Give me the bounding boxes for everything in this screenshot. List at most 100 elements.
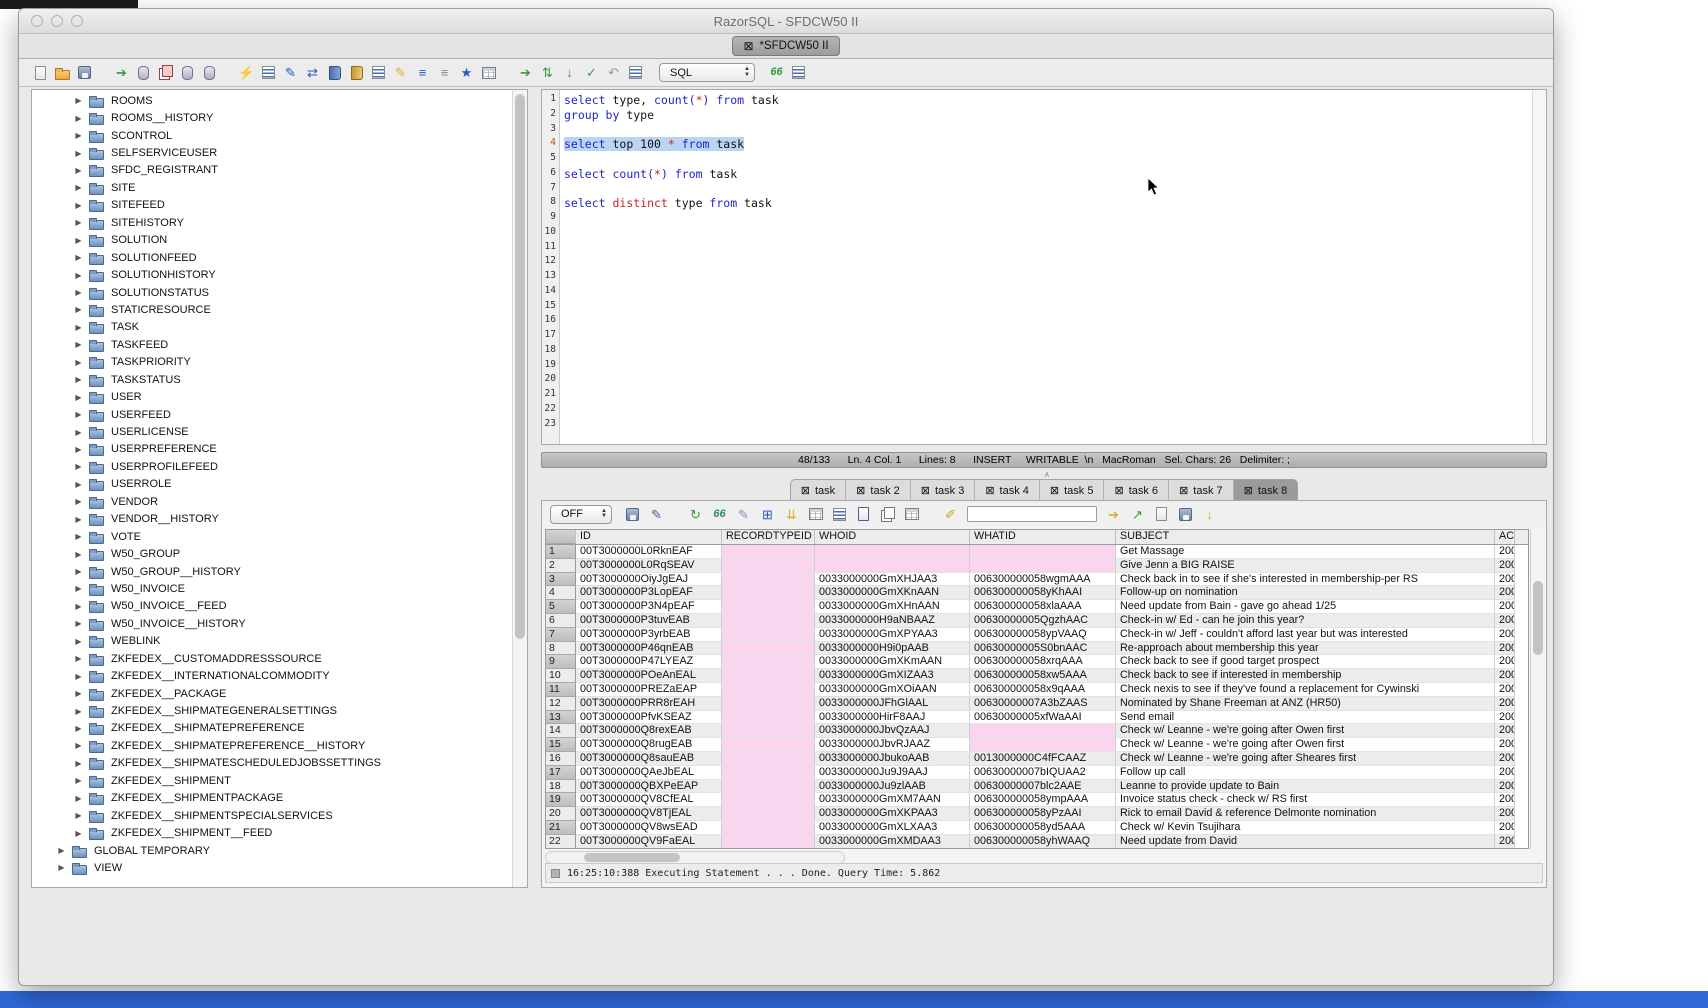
tree-item-userfeed[interactable]: ▶USERFEED (32, 406, 512, 423)
id-cell[interactable]: 00T3000000P46qnEAB (576, 642, 722, 656)
whatid-cell[interactable] (970, 559, 1116, 573)
column-header-subject[interactable]: SUBJECT (1116, 530, 1495, 544)
id-cell[interactable]: 00T3000000P47LYEAZ (576, 655, 722, 669)
subject-cell[interactable]: Leanne to provide update to Bain (1116, 780, 1495, 794)
whoid-cell[interactable]: 0033000000GmXM7AAN (815, 793, 970, 807)
disclosure-triangle-icon[interactable]: ▶ (72, 584, 85, 593)
id-cell[interactable]: 00T3000000QV8TjEAL (576, 807, 722, 821)
whatid-cell[interactable]: 00630000005QgzhAAC (970, 614, 1116, 628)
copy-table-icon[interactable] (156, 63, 175, 82)
recordtypeid-cell[interactable] (722, 738, 815, 752)
list-icon[interactable] (369, 63, 388, 82)
disclosure-triangle-icon[interactable]: ▶ (72, 707, 85, 716)
disclosure-triangle-icon[interactable]: ▶ (72, 532, 85, 541)
ac-cell[interactable]: 200 (1495, 559, 1515, 573)
ac-cell[interactable]: 200 (1495, 780, 1515, 794)
ac-cell[interactable]: 200 (1495, 669, 1515, 683)
row-number-cell[interactable]: 21 (546, 821, 576, 835)
disclosure-triangle-icon[interactable]: ▶ (72, 393, 85, 402)
column-header-id[interactable]: ID (576, 530, 722, 544)
disclosure-triangle-icon[interactable]: ▶ (72, 114, 85, 123)
row-number-cell[interactable]: 17 (546, 766, 576, 780)
commit-check-icon[interactable]: ✓ (582, 63, 601, 82)
id-cell[interactable]: 00T3000000QV8wsEAD (576, 821, 722, 835)
row-number-cell[interactable]: 14 (546, 724, 576, 738)
row-number-cell[interactable]: 8 (546, 642, 576, 656)
tree-item-sfdc-registrant[interactable]: ▶SFDC_REGISTRANT (32, 162, 512, 179)
id-cell[interactable]: 00T3000000P3LopEAF (576, 586, 722, 600)
subject-cell[interactable]: Get Massage (1116, 545, 1495, 559)
tree-item-solutionhistory[interactable]: ▶SOLUTIONHISTORY (32, 266, 512, 283)
row-number-cell[interactable]: 2 (546, 559, 576, 573)
execute-icon[interactable]: ➔ (516, 63, 535, 82)
column-header-whoid[interactable]: WHOID (815, 530, 970, 544)
row-number-cell[interactable]: 5 (546, 600, 576, 614)
whoid-cell[interactable]: 0033000000GmXLXAA3 (815, 821, 970, 835)
search-go-icon[interactable]: ➔ (1103, 505, 1124, 524)
tree-item-solutionstatus[interactable]: ▶SOLUTIONSTATUS (32, 284, 512, 301)
book-icon[interactable] (325, 63, 344, 82)
disclosure-triangle-icon[interactable]: ▶ (72, 149, 85, 158)
monitor-selector[interactable]: OFF ▲▼ (550, 505, 612, 524)
subject-cell[interactable]: Check w/ Leanne - we're going after Shea… (1116, 752, 1495, 766)
subject-cell[interactable]: Rick to email David & reference Delmonte… (1116, 807, 1495, 821)
page-view-icon[interactable] (853, 505, 874, 524)
recordtypeid-cell[interactable] (722, 724, 815, 738)
whatid-cell[interactable]: 006300000058yPzAAI (970, 807, 1116, 821)
tree-item-rooms-history[interactable]: ▶ROOMS__HISTORY (32, 109, 512, 126)
column-header-recordtypeid[interactable]: RECORDTYPEID (722, 530, 815, 544)
result-tab-task-6[interactable]: ⊠task 6 (1103, 480, 1168, 501)
whoid-cell[interactable]: 0033000000GmXMDAA3 (815, 835, 970, 849)
id-cell[interactable]: 00T3000000Q8rexEAB (576, 724, 722, 738)
row-number-cell[interactable]: 15 (546, 738, 576, 752)
edit-columns-icon[interactable]: ✎ (646, 505, 667, 524)
id-cell[interactable]: 00T3000000PRR8rEAH (576, 697, 722, 711)
download-icon[interactable]: ↓ (1199, 505, 1220, 524)
whatid-cell[interactable]: 006300000058yKhAAI (970, 586, 1116, 600)
disclosure-triangle-icon[interactable]: ▶ (72, 218, 85, 227)
copy-rows-icon[interactable] (877, 505, 898, 524)
disclosure-triangle-icon[interactable]: ▶ (72, 166, 85, 175)
tree-item-w50-group-history[interactable]: ▶W50_GROUP__HISTORY (32, 563, 512, 580)
tree-item-taskfeed[interactable]: ▶TASKFEED (32, 336, 512, 353)
ac-cell[interactable]: 200 (1495, 793, 1515, 807)
tree-item-rooms[interactable]: ▶ROOMS (32, 92, 512, 109)
tree-item-zkfedex-package[interactable]: ▶ZKFEDEX__PACKAGE (32, 685, 512, 702)
tree-item-zkfedex-shipmentspecialservices[interactable]: ▶ZKFEDEX__SHIPMENTSPECIALSERVICES (32, 807, 512, 824)
disclosure-triangle-icon[interactable]: ▶ (72, 602, 85, 611)
ac-cell[interactable]: 200 (1495, 655, 1515, 669)
tree-item-userpreference[interactable]: ▶USERPREFERENCE (32, 441, 512, 458)
table-refresh-icon[interactable] (805, 505, 826, 524)
recordtypeid-cell[interactable] (722, 628, 815, 642)
subject-cell[interactable]: Check-in w/ Jeff - couldn't afford last … (1116, 628, 1495, 642)
disclosure-triangle-icon[interactable]: ▶ (72, 794, 85, 803)
disclosure-triangle-icon[interactable]: ▶ (72, 497, 85, 506)
ac-cell[interactable]: 200 (1495, 711, 1515, 725)
tree-item-w50-invoice-history[interactable]: ▶W50_INVOICE__HISTORY (32, 615, 512, 632)
ac-cell[interactable]: 200 (1495, 738, 1515, 752)
subject-cell[interactable]: Check w/ Kevin Tsujihara (1116, 821, 1495, 835)
disclosure-triangle-icon[interactable]: ▶ (72, 358, 85, 367)
tree-item-solution[interactable]: ▶SOLUTION (32, 232, 512, 249)
disclosure-triangle-icon[interactable]: ▶ (72, 829, 85, 838)
subject-cell[interactable]: Follow-up on nomination (1116, 586, 1495, 600)
whatid-cell[interactable]: 0013000000C4fFCAAZ (970, 752, 1116, 766)
tree-item-zkfedex-shipmatescheduledjobssettings[interactable]: ▶ZKFEDEX__SHIPMATESCHEDULEDJOBSSETTINGS (32, 755, 512, 772)
ac-cell[interactable]: 200 (1495, 614, 1515, 628)
subject-cell[interactable]: Need update from David (1116, 835, 1495, 849)
tree-item-staticresource[interactable]: ▶STATICRESOURCE (32, 301, 512, 318)
whoid-cell[interactable]: 0033000000H9aNBAAZ (815, 614, 970, 628)
row-number-cell[interactable]: 18 (546, 780, 576, 794)
result-tab-task-4[interactable]: ⊠task 4 (974, 480, 1039, 501)
disclosure-triangle-icon[interactable]: ▶ (72, 637, 85, 646)
whoid-cell[interactable]: 0033000000Ju9J9AAJ (815, 766, 970, 780)
recordtypeid-cell[interactable] (722, 586, 815, 600)
disclosure-triangle-icon[interactable]: ▶ (72, 96, 85, 105)
create-object-icon[interactable] (178, 63, 197, 82)
whatid-cell[interactable]: 006300000058xw5AAA (970, 669, 1116, 683)
subject-cell[interactable]: Check w/ Leanne - we're going after Owen… (1116, 724, 1495, 738)
subject-cell[interactable]: Check nexis to see if they've found a re… (1116, 683, 1495, 697)
ac-cell[interactable]: 200 (1495, 835, 1515, 849)
disclosure-triangle-icon[interactable]: ▶ (72, 724, 85, 733)
fetch-down-icon[interactable]: ↓ (560, 63, 579, 82)
